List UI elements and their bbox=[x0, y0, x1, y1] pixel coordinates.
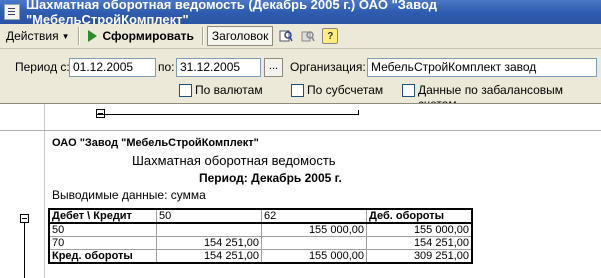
period-to-label: по: bbox=[158, 60, 175, 74]
table-row: 50 155 000,00 155 000,00 bbox=[48, 222, 473, 237]
table-row: 70 154 251,00 154 251,00 bbox=[48, 236, 473, 250]
header-button[interactable]: Заголовок bbox=[206, 26, 274, 46]
help-icon[interactable]: ? bbox=[322, 28, 339, 44]
offbalance-checkbox[interactable] bbox=[402, 84, 415, 97]
table-header-cell: 50 bbox=[156, 208, 262, 224]
table-cell: 155 000,00 bbox=[366, 222, 473, 237]
generate-label: Сформировать bbox=[102, 29, 194, 43]
print-preview-icon[interactable] bbox=[300, 28, 316, 44]
currency-checkbox-label: По валютам bbox=[195, 83, 263, 97]
table-cell bbox=[156, 222, 262, 237]
settings-form: Период с: 01.12.2005 по: 31.12.2005 ... … bbox=[0, 49, 601, 111]
window-title: Шахматная оборотная ведомость (Декабрь 2… bbox=[25, 0, 437, 27]
table-row: Кред. обороты 154 251,00 155 000,00 309 … bbox=[48, 249, 473, 264]
table-cell: 155 000,00 bbox=[261, 222, 367, 237]
toolbar: Действия ▼ Сформировать Заголовок ? bbox=[0, 24, 601, 49]
subaccounts-checkbox[interactable] bbox=[291, 84, 304, 97]
chevron-down-icon: ▼ bbox=[61, 31, 70, 41]
group-bracket-line bbox=[96, 114, 359, 115]
row-bracket-line bbox=[24, 223, 25, 278]
chess-table: Дебет \ Кредит 50 62 Деб. обороты 50 155… bbox=[48, 208, 473, 264]
report-shown-data: Выводимые данные: сумма bbox=[52, 188, 206, 202]
app-icon bbox=[4, 4, 20, 20]
table-cell bbox=[261, 236, 367, 250]
table-cell: 154 251,00 bbox=[156, 249, 262, 264]
toolbar-separator bbox=[201, 27, 204, 45]
table-cell: 154 251,00 bbox=[156, 236, 262, 250]
collapse-row-group-icon[interactable] bbox=[20, 214, 29, 223]
report-area[interactable]: ОАО "Завод "МебельСтройКомплект" Шахматн… bbox=[0, 103, 601, 278]
gutter-divider bbox=[0, 130, 601, 131]
table-cell: 50 bbox=[48, 222, 157, 237]
actions-label: Действия bbox=[6, 29, 59, 43]
organization-label: Организация: bbox=[290, 60, 366, 74]
table-header-row: Дебет \ Кредит 50 62 Деб. обороты bbox=[48, 208, 473, 224]
report-period: Период: Декабрь 2005 г. bbox=[199, 171, 342, 185]
table-cell: 309 251,00 bbox=[366, 249, 473, 264]
table-cell: 155 000,00 bbox=[261, 249, 367, 264]
header-label: Заголовок bbox=[211, 29, 269, 43]
table-cell: 154 251,00 bbox=[366, 236, 473, 250]
period-from-input[interactable]: 01.12.2005 bbox=[69, 58, 156, 77]
generate-button[interactable]: Сформировать bbox=[83, 26, 199, 46]
table-header-cell: Дебет \ Кредит bbox=[48, 208, 157, 224]
subaccounts-checkbox-label: По субсчетам bbox=[307, 83, 384, 97]
table-cell: 70 bbox=[48, 236, 157, 250]
run-arrow-icon bbox=[87, 30, 97, 42]
table-header-cell: 62 bbox=[261, 208, 367, 224]
toolbar-separator bbox=[77, 27, 80, 45]
currency-checkbox[interactable] bbox=[179, 84, 192, 97]
period-select-button[interactable]: ... bbox=[264, 58, 283, 77]
group-bracket-end bbox=[358, 110, 359, 115]
table-header-cell: Деб. обороты bbox=[366, 208, 473, 224]
report-company: ОАО "Завод "МебельСтройКомплект" bbox=[52, 137, 259, 149]
report-title: Шахматная оборотная ведомость bbox=[132, 153, 336, 168]
actions-menu[interactable]: Действия ▼ bbox=[0, 26, 75, 46]
title-bar: Шахматная оборотная ведомость (Декабрь 2… bbox=[0, 0, 601, 27]
table-cell: Кред. обороты bbox=[48, 249, 157, 264]
period-from-label: Период с: bbox=[15, 60, 70, 74]
organization-input[interactable]: МебельСтройКомплект завод bbox=[367, 58, 597, 77]
settings-icon[interactable] bbox=[278, 28, 294, 44]
period-to-input[interactable]: 31.12.2005 bbox=[176, 58, 261, 77]
